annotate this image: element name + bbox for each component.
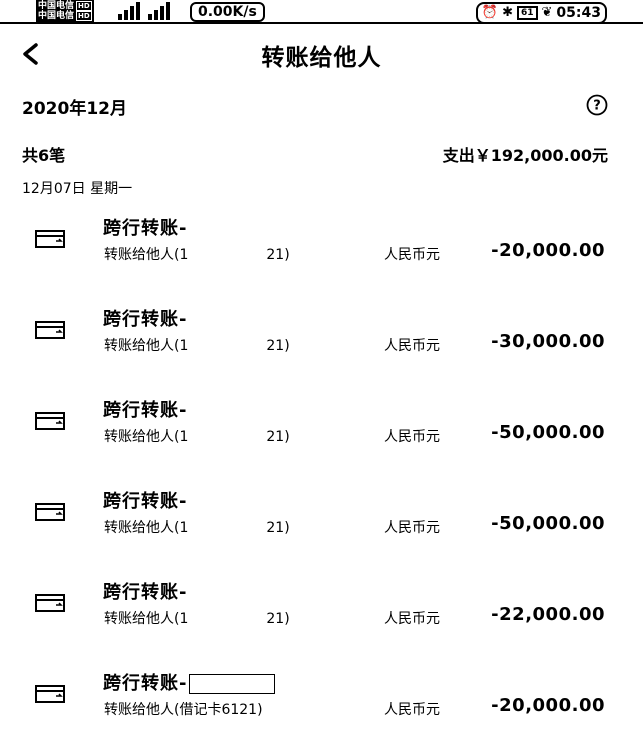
transaction-row[interactable]: 跨行转账- 转账给他人(1 21) 人民币元 -50,000.00 (0, 392, 643, 483)
transaction-list: 跨行转账- 转账给他人(1 21) 人民币元 -20,000.00 跨行转账- 转… (0, 210, 643, 756)
transaction-amount: -22,000.00 (491, 604, 605, 625)
transaction-account-right: 21) (266, 247, 290, 263)
transaction-account-right: 21) (266, 429, 290, 445)
transaction-account: 转账给他人(1 21) (104, 608, 290, 628)
transaction-currency: 人民币元 (384, 338, 440, 354)
transaction-title: 跨行转账- (103, 309, 188, 330)
hd-badge-1: HD (76, 1, 92, 11)
transaction-account: 转账给他人(1 21) (104, 335, 290, 355)
carrier-info: 中国电信 HD 中国电信 HD (36, 0, 94, 22)
hd-badge-2: HD (76, 11, 92, 21)
page-title: 转账给他人 (261, 45, 382, 71)
transaction-title: 跨行转账- (103, 400, 188, 421)
transaction-title: 跨行转账- (103, 491, 188, 512)
summary-row: 共6笔 支出￥192,000.00元 (22, 142, 608, 166)
transaction-row[interactable]: 跨行转账- 转账给他人(1 21) 人民币元 -30,000.00 (0, 301, 643, 392)
transaction-account-left: 转账给他人(借记卡6121) (104, 702, 263, 718)
battery-icon: 61 (516, 6, 538, 20)
transaction-account: 转账给他人(借记卡6121) (104, 699, 263, 719)
card-transfer-icon (35, 503, 65, 521)
transaction-account-right: 21) (266, 520, 290, 536)
alarm-icon: ⏰ (481, 5, 499, 20)
status-right-group: ⏰ ✱ 61 ❦ 05:43 (475, 2, 607, 24)
carrier-1: 中国电信 (38, 1, 75, 11)
card-transfer-icon (35, 412, 65, 430)
transaction-account: 转账给他人(1 21) (104, 244, 290, 264)
bluetooth-icon: ✱ (502, 5, 513, 20)
transaction-row[interactable]: 跨行转账- 转账给他人(1 21) 人民币元 -22,000.00 (0, 574, 643, 665)
transaction-title: 跨行转账- (103, 669, 276, 695)
transaction-row[interactable]: 跨行转账- 转账给他人(借记卡6121) 人民币元 -20,000.00 (0, 665, 643, 756)
month-row[interactable]: 2020年12月 ? (22, 94, 610, 120)
total-expense: 支出￥192,000.00元 (442, 146, 608, 165)
transaction-account-right: 21) (266, 338, 290, 354)
transaction-account-left: 转账给他人(1 (104, 611, 189, 627)
transaction-account: 转账给他人(1 21) (104, 426, 290, 446)
header: 转账给他人 (0, 24, 643, 84)
transaction-currency: 人民币元 (384, 247, 440, 263)
transaction-title: 跨行转账- (103, 218, 188, 239)
transaction-account-left: 转账给他人(1 (104, 247, 189, 263)
svg-text:?: ? (593, 99, 601, 114)
transaction-amount: -50,000.00 (491, 513, 605, 534)
status-bar: 中国电信 HD 中国电信 HD 0.00K/s ⏰ ✱ 61 ❦ 05:43 (0, 0, 643, 24)
transaction-amount: -30,000.00 (491, 331, 605, 352)
signal-icon (118, 2, 170, 20)
transaction-title-text: 跨行转账- (103, 673, 188, 694)
month-label[interactable]: 2020年12月 (22, 99, 127, 119)
clock: 05:43 (556, 5, 601, 21)
transaction-account-left: 转账给他人(1 (104, 338, 189, 354)
redacted-box (189, 674, 276, 694)
leaf-icon: ❦ (541, 5, 553, 20)
card-transfer-icon (35, 321, 65, 339)
transaction-row[interactable]: 跨行转账- 转账给他人(1 21) 人民币元 -20,000.00 (0, 210, 643, 301)
card-transfer-icon (35, 230, 65, 248)
transaction-currency: 人民币元 (384, 520, 440, 536)
transaction-currency: 人民币元 (384, 429, 440, 445)
transaction-account-left: 转账给他人(1 (104, 520, 189, 536)
question-circle-icon[interactable]: ? (586, 94, 608, 116)
transaction-currency: 人民币元 (384, 611, 440, 627)
transaction-row[interactable]: 跨行转账- 转账给他人(1 21) 人民币元 -50,000.00 (0, 483, 643, 574)
transaction-amount: -20,000.00 (491, 240, 605, 261)
card-transfer-icon (35, 685, 65, 703)
date-group-label: 12月07日 星期一 (22, 181, 133, 197)
carrier-2: 中国电信 (38, 11, 75, 21)
transaction-title: 跨行转账- (103, 582, 188, 603)
transaction-account-right: 21) (266, 611, 290, 627)
transaction-count: 共6笔 (22, 146, 66, 165)
transaction-account: 转账给他人(1 21) (104, 517, 290, 537)
network-speed: 0.00K/s (190, 2, 265, 22)
transaction-account-left: 转账给他人(1 (104, 429, 189, 445)
transaction-currency: 人民币元 (384, 702, 440, 718)
transaction-amount: -20,000.00 (491, 695, 605, 716)
card-transfer-icon (35, 594, 65, 612)
transaction-amount: -50,000.00 (491, 422, 605, 443)
